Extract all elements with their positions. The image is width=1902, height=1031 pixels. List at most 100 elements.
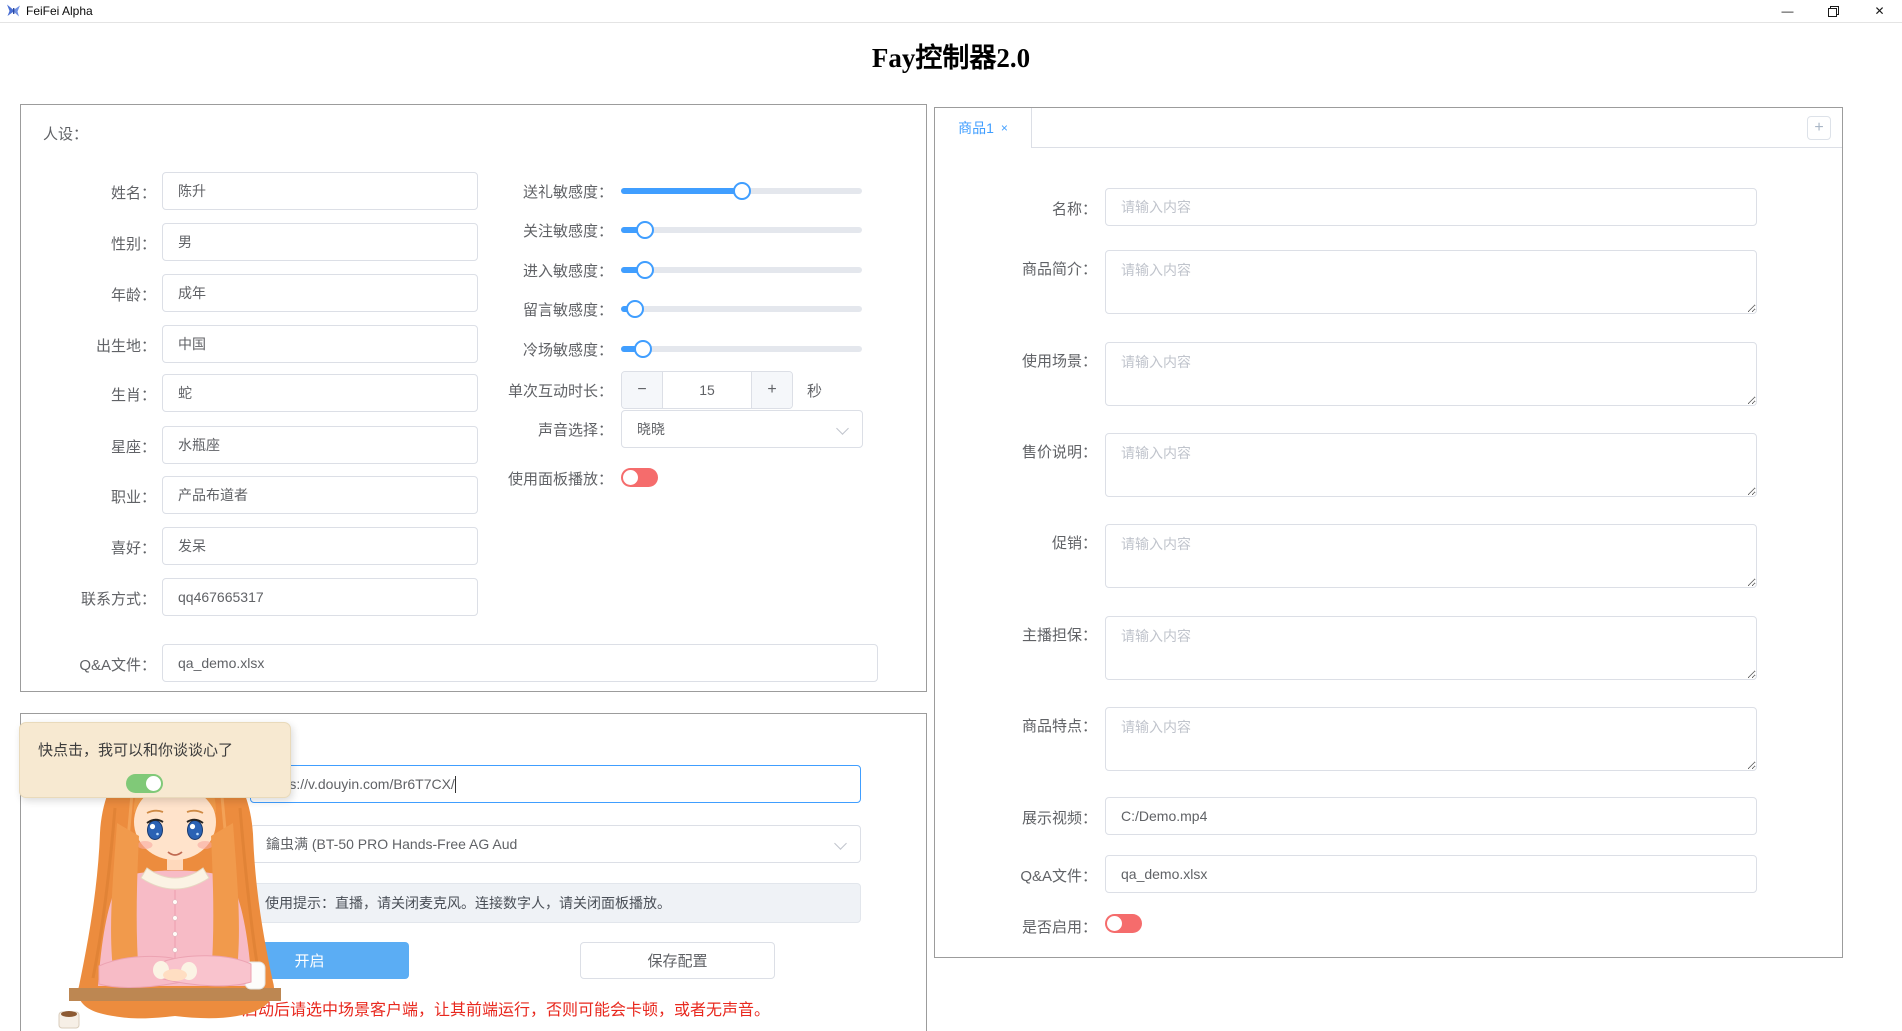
product-tab-bar: 商品1 × + (935, 108, 1842, 148)
app-window: FeiFei Alpha — ✕ Fay控制器2.0 人设： 姓名： 性别： 年… (0, 0, 1902, 1031)
use-scene-label: 使用场景： (1021, 353, 1097, 370)
microphone-value: 鑰虫满 (BT-50 PRO Hands-Free AG Aud (266, 836, 518, 852)
idle-sensitivity-slider[interactable] (621, 340, 862, 358)
persona-panel: 人设： 姓名： 性别： 年龄： 出生地： 生肖： 星座： 职业： 喜好： 联系方… (20, 104, 927, 692)
voice-label: 声音选择： (537, 422, 613, 439)
price-note-textarea[interactable] (1105, 433, 1757, 497)
chevron-down-icon (836, 422, 849, 435)
job-input[interactable] (162, 476, 478, 514)
duration-unit: 秒 (807, 383, 823, 400)
voice-value: 晓晓 (637, 421, 665, 437)
douyin-toggle[interactable] (126, 774, 163, 793)
age-input[interactable] (162, 274, 478, 312)
persona-section-label: 人设： (43, 126, 89, 143)
promotion-label: 促销： (1051, 535, 1097, 552)
demo-video-label: 展示视频： (1021, 810, 1097, 827)
text-caret (454, 775, 456, 793)
duration-label: 单次互动时长： (507, 383, 613, 400)
avatar-eye-right (187, 820, 203, 840)
age-label: 年龄： (110, 287, 156, 304)
constellation-label: 星座： (110, 439, 156, 456)
comment-sensitivity-label: 留言敏感度： (522, 302, 613, 319)
chevron-down-icon (834, 837, 847, 850)
birthplace-input[interactable] (162, 325, 478, 363)
host-guarantee-label: 主播担保： (1021, 627, 1097, 644)
microphone-select[interactable]: 鑰虫满 (BT-50 PRO Hands-Free AG Aud (250, 825, 861, 863)
qa-file-input[interactable] (162, 644, 878, 682)
enable-label: 是否启用： (1021, 919, 1097, 936)
slider-handle[interactable] (636, 261, 655, 279)
products-panel: 商品1 × + 名称： 商品简介： 使用场景： 售价说明： 促销： 主播担保： … (934, 107, 1843, 958)
avatar-eye-left (147, 820, 163, 840)
speech-bubble-text: 快点击，我可以和你谈谈心了 (38, 742, 234, 759)
tab-close-icon[interactable]: × (1001, 121, 1008, 135)
enter-sensitivity-label: 进入敏感度： (522, 263, 613, 280)
use-scene-textarea[interactable] (1105, 342, 1757, 406)
birthplace-label: 出生地： (95, 338, 156, 355)
panel-play-label: 使用面板播放： (507, 471, 613, 488)
job-label: 职业： (110, 489, 156, 506)
close-button[interactable]: ✕ (1857, 0, 1902, 22)
constellation-input[interactable] (162, 426, 478, 464)
enable-toggle[interactable] (1105, 914, 1142, 933)
slider-handle[interactable] (626, 300, 645, 318)
idle-sensitivity-label: 冷场敏感度： (522, 342, 613, 359)
host-guarantee-textarea[interactable] (1105, 616, 1757, 680)
toggle-knob (146, 776, 161, 791)
hobby-label: 喜好： (110, 540, 156, 557)
title-bar: FeiFei Alpha — ✕ (0, 0, 1902, 23)
minimize-button[interactable]: — (1765, 0, 1810, 22)
product-name-label: 名称： (1051, 201, 1097, 218)
product-name-input[interactable] (1105, 188, 1757, 226)
add-product-tab-button[interactable]: + (1807, 116, 1831, 140)
toggle-knob (1107, 916, 1122, 931)
qa-file-label: Q&A文件： (79, 657, 156, 674)
product-qa-file-label: Q&A文件： (1020, 868, 1097, 885)
product-qa-file-input[interactable] (1105, 855, 1757, 893)
comment-sensitivity-slider[interactable] (621, 300, 862, 318)
product-feature-textarea[interactable] (1105, 707, 1757, 771)
contact-label: 联系方式： (80, 591, 156, 608)
slider-handle[interactable] (636, 221, 655, 239)
promotion-textarea[interactable] (1105, 524, 1757, 588)
gift-sensitivity-label: 送礼敏感度： (522, 184, 613, 201)
message-text: 使用提示：直播，请关闭麦克风。连接数字人，请关闭面板播放。 (265, 895, 671, 911)
tab-product-1[interactable]: 商品1 × (935, 108, 1032, 148)
follow-sensitivity-slider[interactable] (621, 221, 862, 239)
gift-sensitivity-slider[interactable] (621, 182, 862, 200)
slider-handle[interactable] (633, 340, 652, 358)
gender-label: 性别： (110, 236, 156, 253)
restore-button[interactable] (1811, 0, 1856, 22)
panel-play-toggle[interactable] (621, 468, 658, 487)
message-box: 使用提示：直播，请关闭麦克风。连接数字人，请关闭面板播放。 (250, 883, 861, 923)
voice-select[interactable]: 晓晓 (621, 410, 863, 448)
butterfly-logo-icon (7, 4, 20, 17)
gender-input[interactable] (162, 223, 478, 261)
enter-sensitivity-slider[interactable] (621, 261, 862, 279)
contact-input[interactable] (162, 578, 478, 616)
douyin-url-input[interactable]: https://v.douyin.com/Br6T7CX/ (250, 765, 861, 803)
duration-stepper: − 15 + (621, 371, 793, 409)
page-title: Fay控制器2.0 (871, 43, 1031, 73)
slider-handle[interactable] (732, 182, 751, 200)
demo-video-input[interactable] (1105, 797, 1757, 835)
minimize-icon: — (1781, 4, 1794, 18)
product-intro-textarea[interactable] (1105, 250, 1757, 314)
price-note-label: 售价说明： (1021, 444, 1097, 461)
product-intro-label: 商品简介： (1021, 261, 1097, 278)
name-input[interactable] (162, 172, 478, 210)
hobby-input[interactable] (162, 527, 478, 565)
plus-icon: + (1814, 119, 1824, 136)
decrease-button[interactable]: − (622, 372, 663, 408)
save-config-button[interactable]: 保存配置 (580, 942, 775, 979)
restore-icon (1828, 5, 1839, 17)
zodiac-input[interactable] (162, 374, 478, 412)
desk (69, 988, 281, 1001)
name-label: 姓名： (110, 185, 156, 202)
increase-button[interactable]: + (751, 372, 792, 408)
toggle-knob (623, 470, 638, 485)
follow-sensitivity-label: 关注敏感度： (522, 223, 613, 240)
product-feature-label: 商品特点： (1021, 718, 1097, 735)
duration-value[interactable]: 15 (663, 372, 751, 408)
window-title: FeiFei Alpha (26, 4, 93, 18)
